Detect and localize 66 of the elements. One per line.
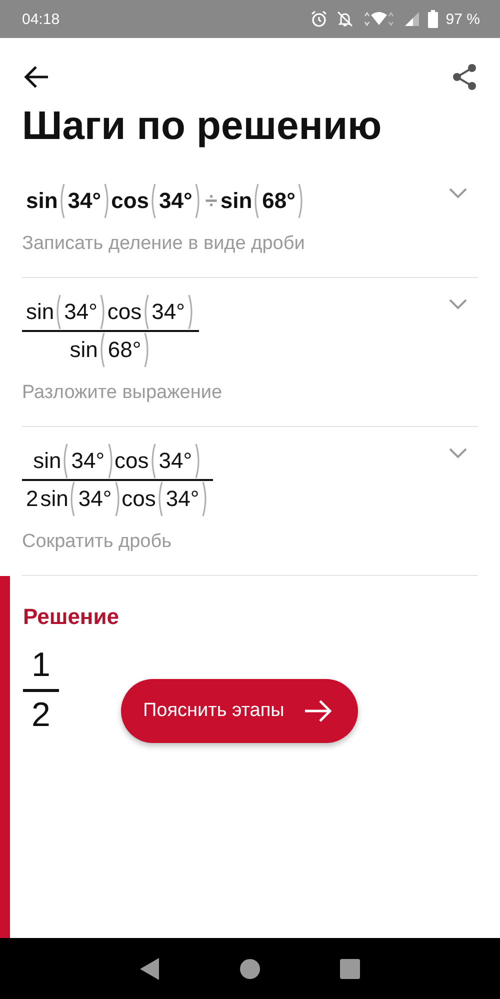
parenthesis-icon [194,183,202,219]
math-argument: 34° [152,299,185,325]
step-description: Записать деление в виде дроби [22,233,306,255]
math-argument: 34° [64,299,98,325]
math-argument: 34° [78,486,112,512]
muted-bell-icon [336,10,354,28]
parenthesis-icon [54,294,62,330]
parenthesis-icon [142,294,150,330]
explain-steps-button[interactable]: Пояснить этапы [121,679,358,743]
math-argument: 34° [166,486,200,512]
math-argument: 68° [108,337,142,363]
alarm-icon [310,10,328,28]
math-function: sin [220,188,252,214]
math-function: cos [111,188,149,214]
parenthesis-icon [106,443,115,479]
math-argument: 34° [68,188,102,214]
math-argument: 34° [159,188,192,214]
step-description: Сократить дробь [22,531,173,553]
math-argument: 34° [71,448,105,474]
math-number: 2 [32,696,50,735]
parenthesis-icon [194,443,202,479]
share-icon[interactable] [452,63,478,91]
chevron-icon[interactable] [448,447,468,459]
signal-icon [404,11,420,27]
math-function: sin [70,337,98,363]
recents-nav-icon[interactable] [339,958,361,980]
math-function: sin [26,188,58,214]
parenthesis-icon [156,481,164,517]
parenthesis-icon [252,183,260,219]
chevron-icon[interactable] [448,298,468,310]
back-nav-icon[interactable] [139,956,161,980]
math-function: cos [114,448,149,474]
math-operator: ÷ [205,188,218,214]
math-number: 1 [32,646,50,685]
arrow-icon [304,700,332,722]
parenthesis-icon [68,481,76,517]
math-function: sin [26,299,54,325]
solution-label: Решение [23,604,120,630]
parenthesis-icon [114,481,122,517]
parenthesis-icon [143,332,152,368]
math-function: cos [122,486,156,512]
wifi-icon [362,11,396,27]
parenthesis-icon [98,332,106,368]
back-icon[interactable] [24,65,50,89]
status-time: 04:18 [22,10,61,28]
parenthesis-icon [99,294,108,330]
battery-level: 97 % [446,10,480,28]
battery-icon [428,10,438,28]
math-number: 2 [26,486,38,512]
parenthesis-icon [201,481,210,517]
chevron-icon[interactable] [448,187,468,199]
parenthesis-icon [148,443,157,479]
parenthesis-icon [61,443,70,479]
parenthesis-icon [186,294,195,330]
math-function: sin [33,448,62,474]
math-argument: 68° [262,188,296,214]
page-title: Шаги по решению [22,104,383,149]
parenthesis-icon [149,183,157,219]
parenthesis-icon [58,183,66,219]
step-description: Разложите выражение [22,382,224,404]
math-function: sin [40,486,68,512]
parenthesis-icon [297,183,306,219]
parenthesis-icon [103,183,112,219]
home-nav-icon[interactable] [239,958,261,980]
math-function: cos [107,299,142,325]
math-argument: 34° [158,448,192,474]
